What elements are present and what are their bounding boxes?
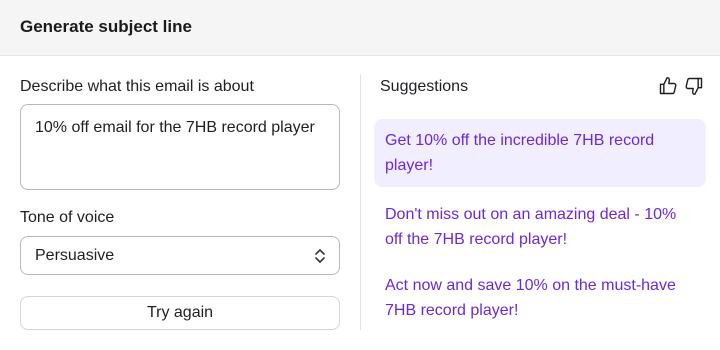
thumbs-up-icon[interactable] — [658, 76, 678, 96]
thumbs-down-icon[interactable] — [684, 76, 704, 96]
suggestions-title: Suggestions — [380, 78, 469, 95]
dialog-title: Generate subject line — [20, 17, 192, 36]
tone-select-value: Persuasive — [35, 247, 115, 264]
try-again-button[interactable]: Try again — [20, 296, 340, 330]
column-divider — [360, 74, 361, 330]
describe-label: Describe what this email is about — [20, 78, 254, 95]
chevron-up-down-icon — [315, 249, 325, 263]
describe-textarea[interactable]: 10% off email for the 7HB record player — [20, 104, 340, 190]
suggestion-item[interactable]: Act now and save 10% on the must-have 7H… — [374, 273, 706, 323]
input-panel: Describe what this email is about 10% of… — [20, 56, 340, 350]
tone-select[interactable]: Persuasive — [20, 236, 340, 275]
suggestion-item-selected[interactable]: Get 10% off the incredible 7HB record pl… — [374, 119, 706, 187]
dialog-header: Generate subject line — [0, 0, 720, 56]
suggestions-panel: Suggestions Get 10% off the incredible 7… — [374, 56, 706, 350]
suggestion-item[interactable]: Don't miss out on an amazing deal - 10% … — [374, 202, 706, 252]
tone-label: Tone of voice — [20, 209, 115, 226]
